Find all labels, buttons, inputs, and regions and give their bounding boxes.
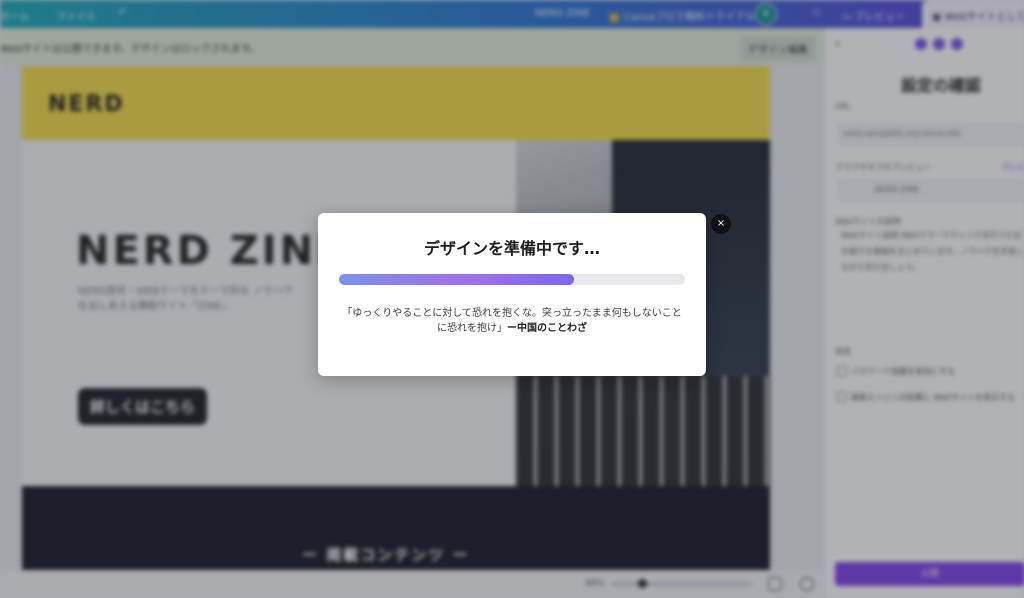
close-icon[interactable]: × <box>711 214 731 234</box>
progress-bar-fill <box>339 274 575 285</box>
progress-bar <box>339 274 685 285</box>
preparing-design-dialog: デザインを準備中です… 「ゆっくりやることに対して恐れを抱くな。突っ立ったまま何… <box>318 213 706 376</box>
dialog-title: デザインを準備中です… <box>423 239 600 258</box>
loading-quote: 「ゆっくりやることに対して恐れを抱くな。突っ立ったまま何もしないことに恐れを抱け… <box>338 306 686 336</box>
quote-source: ー中国のことわざ <box>507 323 587 334</box>
